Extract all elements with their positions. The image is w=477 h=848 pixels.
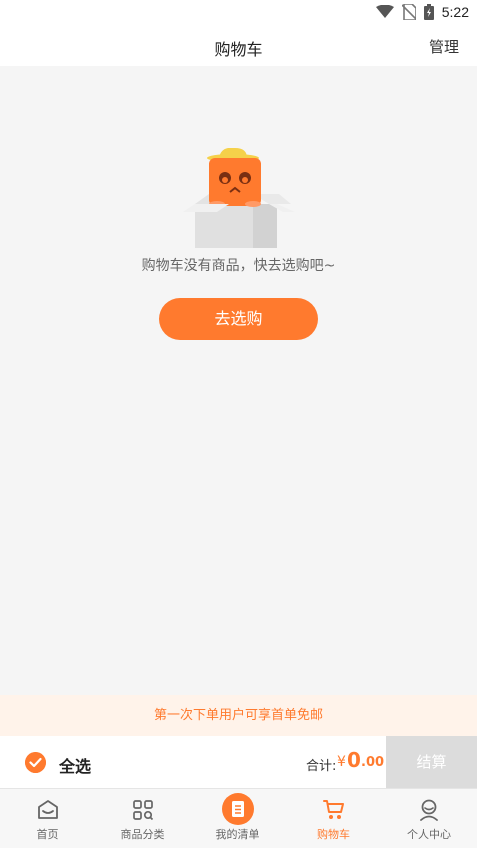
checkout-bar: 全选 合计: ¥ 0 .00 结算	[0, 736, 477, 788]
empty-cart-message: 购物车没有商品，快去选购吧~	[141, 258, 336, 274]
manage-button[interactable]: 管理	[429, 36, 459, 57]
tab-my-list[interactable]: 我的清单	[190, 789, 285, 848]
total-amount-integer: 0	[347, 748, 361, 772]
checkout-button[interactable]: 结算	[386, 736, 477, 788]
bottom-tab-bar: 首页 商品分类 我的清单 购物车 个人中心	[0, 788, 477, 848]
tab-label: 个人中心	[407, 828, 451, 841]
tab-label: 商品分类	[120, 828, 165, 841]
empty-cart-section: 购物车没有商品，快去选购吧~ 去选购	[0, 66, 477, 340]
status-time: 5:22	[441, 4, 469, 20]
category-grid-icon	[130, 797, 156, 823]
go-shopping-button[interactable]: 去选购	[159, 298, 318, 340]
home-icon	[35, 797, 61, 823]
free-shipping-promo: 第一次下单用户可享首单免邮	[0, 695, 477, 736]
status-icons: 5:22	[375, 4, 469, 20]
select-all-checkbox[interactable]	[25, 752, 46, 773]
select-all-label[interactable]: 全选	[59, 753, 91, 777]
status-bar: 5:22	[0, 0, 477, 26]
cart-content-area	[0, 340, 477, 695]
tab-profile[interactable]: 个人中心	[381, 789, 477, 848]
no-sim-icon	[401, 4, 416, 20]
battery-icon	[423, 4, 434, 20]
tab-category[interactable]: 商品分类	[95, 789, 190, 848]
tab-cart[interactable]: 购物车	[286, 789, 381, 848]
tab-label: 购物车	[317, 828, 350, 841]
page-title: 购物车	[214, 40, 263, 59]
total-amount-decimal: .00	[361, 755, 385, 770]
total-label: 合计:	[306, 759, 337, 774]
wifi-icon	[375, 5, 394, 18]
tab-label: 我的清单	[215, 828, 260, 841]
tab-home[interactable]: 首页	[0, 789, 95, 848]
user-icon	[416, 797, 442, 823]
currency-symbol: ¥	[337, 754, 346, 770]
header: 购物车 管理	[0, 26, 477, 66]
empty-box-illustration	[183, 148, 295, 248]
tab-label: 首页	[36, 828, 59, 841]
cart-icon	[321, 797, 347, 823]
list-icon	[221, 793, 254, 825]
